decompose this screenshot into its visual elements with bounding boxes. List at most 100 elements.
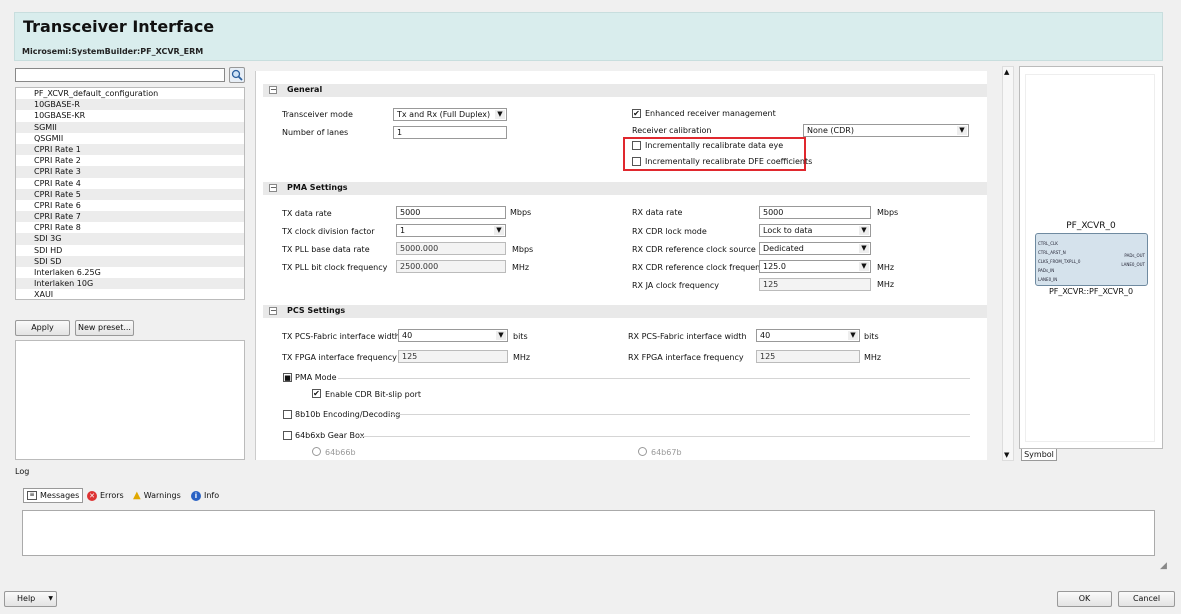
rx-fpga-value: 125 [756, 350, 860, 363]
preset-list[interactable]: PF_XCVR_default_configuration 10GBASE-R 10… [15, 87, 245, 300]
chevron-down-icon: ▼ [859, 244, 869, 253]
resize-grip-icon[interactable]: ◢ [1160, 561, 1167, 571]
tab-symbol[interactable]: Symbol [1021, 449, 1057, 461]
preset-item[interactable]: CPRI Rate 6 [16, 200, 244, 211]
log-title: Log [15, 467, 30, 476]
preset-item[interactable]: SDI 3G [16, 233, 244, 245]
recalibrate-dfe-label: Incrementally recalibrate DFE coefficien… [645, 157, 813, 166]
receiver-calibration-label: Receiver calibration [632, 126, 712, 135]
rx-data-rate-input[interactable]: 5000 [759, 206, 871, 219]
scroll-up-icon[interactable]: ▲ [1004, 68, 1009, 76]
port-label: CTRL_CLK [1038, 241, 1058, 246]
collapse-icon[interactable]: − [269, 184, 277, 192]
enc-8b10b-radio[interactable] [283, 410, 292, 419]
preset-item[interactable]: XAUI [16, 289, 244, 300]
port-label: CTRL_ARST_N [1038, 250, 1066, 255]
ok-button[interactable]: OK [1057, 591, 1112, 607]
enc-8b10b-label: 8b10b Encoding/Decoding [295, 410, 401, 419]
gearbox-radio[interactable] [283, 431, 292, 440]
tab-errors[interactable]: ✕ Errors [87, 488, 124, 503]
port-label: LANE0_OUT [1121, 262, 1145, 267]
dropdown-value: Lock to data [763, 226, 813, 235]
right-ports: PADs_OUT LANE0_OUT [1121, 251, 1145, 269]
pma-mode-radio[interactable]: ■ [283, 373, 292, 382]
footer-bar [0, 582, 1181, 614]
collapse-icon[interactable]: − [269, 86, 277, 94]
symbol-block[interactable]: CTRL_CLK CTRL_ARST_N CLKS_FROM_TXPLL_0 PADs… [1035, 233, 1148, 286]
port-label: PADs_IN [1038, 268, 1055, 273]
preset-item[interactable]: SDI HD [16, 245, 244, 256]
preset-item[interactable]: CPRI Rate 3 [16, 166, 244, 178]
tab-info[interactable]: i Info [191, 488, 219, 503]
rx-cdr-src-dropdown[interactable]: Dedicated ▼ [759, 242, 871, 255]
chevron-down-icon: ▼ [859, 262, 869, 271]
preset-item[interactable]: 10GBASE-R [16, 99, 244, 111]
tx-pll-bit-label: TX PLL bit clock frequency [282, 263, 388, 272]
section-title: PCS Settings [287, 306, 346, 315]
rx-cdr-freq-dropdown[interactable]: 125.0 ▼ [759, 260, 871, 273]
preset-item[interactable]: SDI SD [16, 255, 244, 267]
configuration-panel[interactable]: − General Transceiver mode Tx and Rx (Fu… [255, 71, 987, 460]
header-banner: Transceiver Interface Microsemi:SystemBu… [14, 12, 1163, 61]
recalibrate-eye-checkbox[interactable] [632, 141, 641, 150]
tab-label: Messages [40, 491, 80, 500]
tx-pll-bit-value: 2500.000 [396, 260, 506, 273]
opt-64b67b-radio[interactable] [638, 447, 647, 456]
cdr-bitslip-checkbox[interactable]: ✔ [312, 389, 321, 398]
help-button[interactable]: Help ▼ [4, 591, 57, 607]
receiver-calibration-dropdown[interactable]: None (CDR) ▼ [803, 124, 969, 137]
lanes-input[interactable]: 1 [393, 126, 507, 139]
dialog-title: Transceiver Interface [23, 17, 215, 36]
log-messages-area[interactable] [22, 510, 1155, 556]
transceiver-mode-dropdown[interactable]: Tx and Rx (Full Duplex) ▼ [393, 108, 507, 121]
chevron-down-icon: ▼ [957, 126, 967, 135]
search-button[interactable] [229, 67, 245, 83]
apply-button[interactable]: Apply [15, 320, 70, 336]
preset-item[interactable]: Interlaken 6.25G [16, 267, 244, 278]
collapse-icon[interactable]: − [269, 307, 277, 315]
enhanced-receiver-checkbox[interactable]: ✔ [632, 109, 641, 118]
new-preset-button[interactable]: New preset... [75, 320, 134, 336]
preset-item[interactable]: CPRI Rate 8 [16, 222, 244, 233]
preset-item[interactable]: CPRI Rate 7 [16, 211, 244, 223]
tab-warnings[interactable]: ▲ Warnings [133, 488, 181, 503]
preset-item[interactable]: 10GBASE-KR [16, 110, 244, 121]
tx-fpga-label: TX FPGA interface frequency [282, 353, 397, 362]
gearbox-label: 64b6xb Gear Box [295, 431, 365, 440]
preset-item[interactable]: CPRI Rate 2 [16, 155, 244, 166]
tx-data-rate-input[interactable]: 5000 [396, 206, 506, 219]
cdr-bitslip-label: Enable CDR Bit-slip port [325, 390, 422, 399]
tab-messages[interactable]: ≡ Messages [23, 488, 84, 503]
scroll-down-icon[interactable]: ▼ [1004, 451, 1009, 459]
recalibrate-dfe-checkbox[interactable] [632, 157, 641, 166]
dropdown-value: 40 [760, 331, 771, 340]
section-general[interactable]: − General [263, 84, 987, 97]
preset-item[interactable]: Interlaken 10G [16, 278, 244, 290]
preset-item[interactable]: SGMII [16, 121, 244, 133]
rx-cdr-src-label: RX CDR reference clock source [632, 245, 756, 254]
rx-width-dropdown[interactable]: 40 ▼ [756, 329, 860, 342]
rx-ja-label: RX JA clock frequency [632, 281, 720, 290]
section-pcs[interactable]: − PCS Settings [263, 305, 987, 318]
config-scrollbar[interactable]: ▲ ▼ [1002, 66, 1014, 461]
preset-item[interactable]: QSGMII [16, 133, 244, 144]
rx-fpga-label: RX FPGA interface frequency [628, 353, 744, 362]
unit: MHz [877, 280, 895, 289]
tx-clock-div-dropdown[interactable]: 1 ▼ [396, 224, 506, 237]
tab-label: Errors [100, 491, 124, 500]
cancel-button[interactable]: Cancel [1118, 591, 1175, 607]
opt-64b66b-radio[interactable] [312, 447, 321, 456]
unit: MHz [512, 263, 530, 272]
preset-item[interactable]: PF_XCVR_default_configuration [16, 88, 244, 99]
preset-item[interactable]: CPRI Rate 5 [16, 188, 244, 200]
preset-search-input[interactable] [15, 68, 225, 82]
rx-cdr-lock-dropdown[interactable]: Lock to data ▼ [759, 224, 871, 237]
section-title: PMA Settings [287, 183, 348, 192]
section-pma[interactable]: − PMA Settings [263, 182, 987, 195]
preset-item[interactable]: CPRI Rate 1 [16, 143, 244, 156]
unit: Mbps [510, 208, 532, 217]
port-label: PADs_OUT [1124, 253, 1145, 258]
tx-width-dropdown[interactable]: 40 ▼ [398, 329, 508, 342]
port-label: CLKS_FROM_TXPLL_0 [1038, 259, 1081, 264]
preset-item[interactable]: CPRI Rate 4 [16, 178, 244, 189]
